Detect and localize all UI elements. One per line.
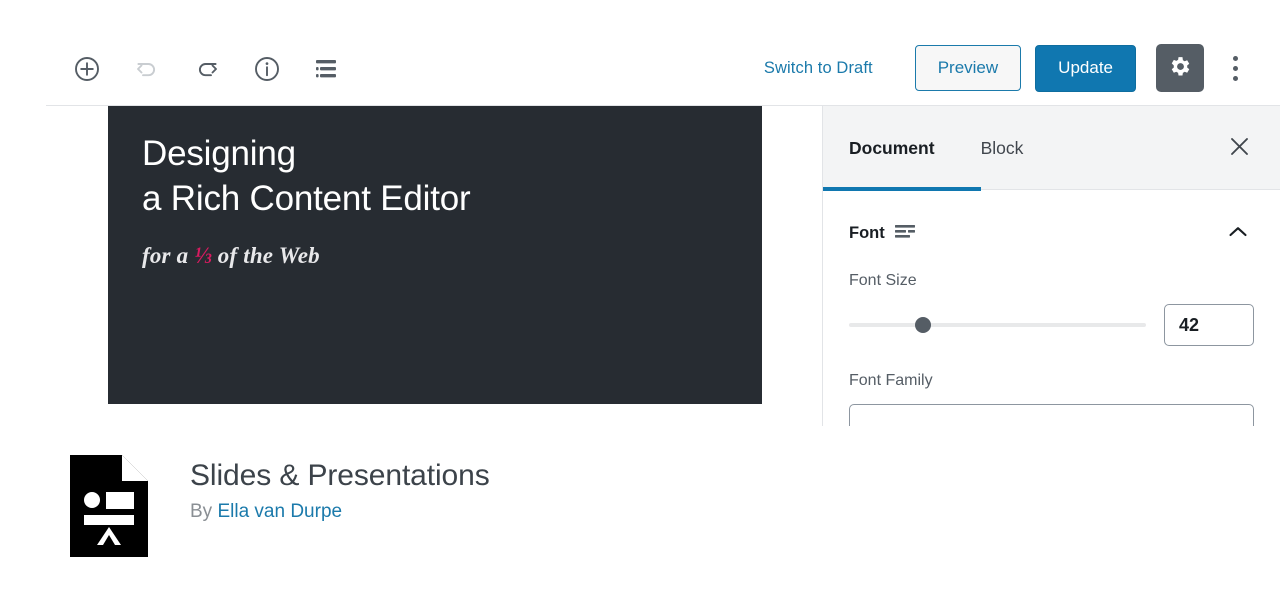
undo-icon xyxy=(134,56,160,82)
info-icon xyxy=(254,56,280,82)
font-size-slider-thumb[interactable] xyxy=(915,317,932,333)
add-block-icon xyxy=(74,56,100,82)
toolbar-left-tools xyxy=(68,50,346,88)
font-size-label: Font Size xyxy=(849,272,917,289)
font-section-toggle-button[interactable] xyxy=(1222,217,1254,249)
tab-block[interactable]: Block xyxy=(981,106,1024,190)
sidebar-tabs: Document Block xyxy=(823,106,1280,191)
block-title: Slides & Presentations xyxy=(190,459,490,492)
more-menu-button[interactable] xyxy=(1218,46,1252,90)
preview-button[interactable]: Preview xyxy=(914,45,1022,91)
slide-canvas[interactable]: Designing a Rich Content Editor for a ⅓ … xyxy=(108,106,762,404)
settings-sidebar: Document Block Font Font Size 42 Font Fa… xyxy=(822,106,1280,426)
update-button[interactable]: Update xyxy=(1035,44,1136,92)
slide-subtitle[interactable]: for a ⅓ of the Web xyxy=(142,243,728,269)
redo-icon xyxy=(194,56,220,82)
block-author-line: By Ella van Durpe xyxy=(190,501,490,523)
font-size-control: 42 xyxy=(849,304,1254,346)
gear-icon xyxy=(1168,54,1193,82)
add-block-button[interactable] xyxy=(68,50,106,88)
undo-button[interactable] xyxy=(128,50,166,88)
block-navigation-button[interactable] xyxy=(308,50,346,88)
presentation-document-icon xyxy=(70,455,148,557)
block-navigation-icon xyxy=(315,58,339,80)
slide-subtitle-before: for a xyxy=(142,242,195,268)
content-structure-button[interactable] xyxy=(248,50,286,88)
font-size-slider[interactable] xyxy=(849,317,1146,333)
font-size-input[interactable]: 42 xyxy=(1164,304,1254,346)
close-sidebar-button[interactable] xyxy=(1220,129,1258,167)
font-family-select[interactable] xyxy=(849,404,1254,426)
text-lines-icon xyxy=(894,224,916,242)
kebab-menu-icon xyxy=(1232,55,1238,81)
redo-button[interactable] xyxy=(188,50,226,88)
font-family-label: Font Family xyxy=(849,372,933,389)
switch-to-draft-button[interactable]: Switch to Draft xyxy=(754,51,883,86)
tab-document[interactable]: Document xyxy=(823,106,980,191)
editor-toolbar: Switch to Draft Preview Update xyxy=(0,0,1280,106)
sidebar-body: Font Font Size 42 Font Family xyxy=(823,190,1280,426)
author-link[interactable]: Ella van Durpe xyxy=(217,501,342,522)
block-info-text: Slides & Presentations By Ella van Durpe xyxy=(190,455,490,523)
editor-screen: Switch to Draft Preview Update Designing xyxy=(0,0,1280,609)
block-info-card: Slides & Presentations By Ella van Durpe xyxy=(70,455,490,557)
font-section-title: Font xyxy=(849,223,885,242)
close-icon xyxy=(1230,137,1249,159)
slide-content: Designing a Rich Content Editor for a ⅓ … xyxy=(108,106,762,269)
toolbar-right-actions: Switch to Draft Preview Update xyxy=(754,44,1252,92)
chevron-up-icon xyxy=(1228,225,1248,242)
slide-subtitle-after: of the Web xyxy=(211,242,320,268)
settings-button[interactable] xyxy=(1156,44,1204,92)
slide-title[interactable]: Designing a Rich Content Editor xyxy=(142,132,728,222)
by-prefix: By xyxy=(190,501,218,522)
font-section-header[interactable]: Font xyxy=(849,216,1254,250)
slide-subtitle-fraction: ⅓ xyxy=(194,242,212,268)
